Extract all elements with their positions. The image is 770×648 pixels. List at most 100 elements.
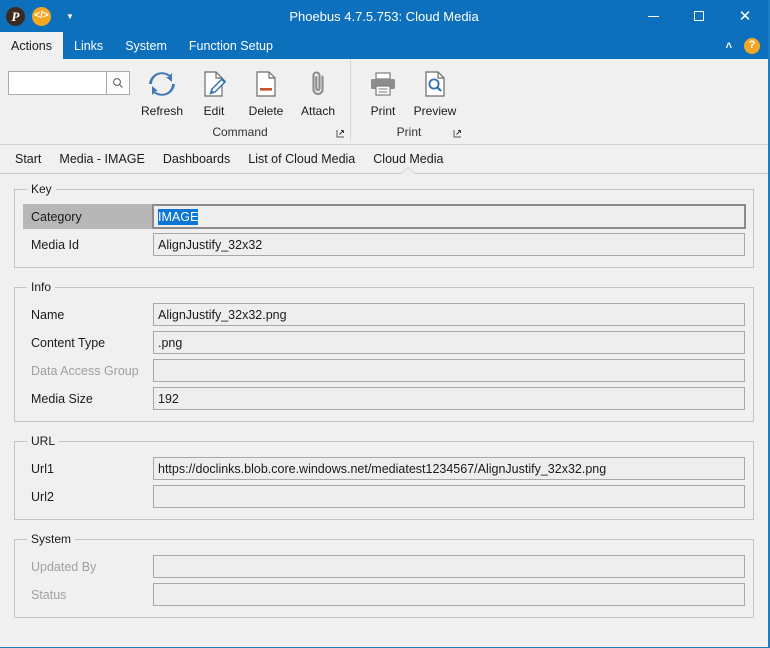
search-button[interactable] <box>106 72 129 94</box>
delete-button[interactable]: Delete <box>240 63 292 118</box>
field-row-media-id: Media Id AlignJustify_32x32 <box>23 232 745 257</box>
title-bar: P </> ▼ Phoebus 4.7.5.753: Cloud Media ✕ <box>0 0 768 32</box>
code-icon[interactable]: </> <box>32 6 51 26</box>
input-media-id-value: AlignJustify_32x32 <box>158 237 263 252</box>
close-button[interactable]: ✕ <box>722 0 768 32</box>
group-url: URL Url1 https://doclinks.blob.core.wind… <box>14 434 754 520</box>
menu-tab-links[interactable]: Links <box>63 32 114 59</box>
print-icon <box>368 67 398 101</box>
maximize-icon <box>694 11 704 21</box>
input-media-id[interactable]: AlignJustify_32x32 <box>153 233 745 256</box>
preview-icon <box>422 67 448 101</box>
form-area: Key Category IMAGE Media Id AlignJustify… <box>0 174 768 634</box>
phoebus-app-icon[interactable]: P <box>6 6 25 26</box>
field-row-media-size: Media Size 192 <box>23 386 745 411</box>
refresh-label: Refresh <box>140 104 184 118</box>
input-status <box>153 583 745 606</box>
attach-button[interactable]: Attach <box>292 63 344 118</box>
application-window: P </> ▼ Phoebus 4.7.5.753: Cloud Media ✕… <box>0 0 770 648</box>
ribbon-group-print-label: Print <box>396 124 422 139</box>
input-url1[interactable]: https://doclinks.blob.core.windows.net/m… <box>153 457 745 480</box>
ribbon-group-command: Refresh Edit Delete Attach Command <box>130 59 351 141</box>
preview-button[interactable]: Preview <box>409 63 461 118</box>
refresh-button[interactable]: Refresh <box>136 63 188 118</box>
maximize-button[interactable] <box>676 0 722 32</box>
ribbon-group-print-footer: Print <box>351 122 467 141</box>
input-name[interactable]: AlignJustify_32x32.png <box>153 303 745 326</box>
delete-label: Delete <box>248 104 284 118</box>
edit-label: Edit <box>203 104 225 118</box>
ribbon-search[interactable] <box>8 71 130 95</box>
collapse-ribbon-icon[interactable]: ˄ <box>724 40 734 52</box>
input-name-value: AlignJustify_32x32.png <box>158 307 287 322</box>
attach-label: Attach <box>300 104 336 118</box>
label-content-type: Content Type <box>31 335 106 350</box>
group-info-legend: Info <box>31 280 52 294</box>
preview-label: Preview <box>413 104 457 118</box>
menu-tab-actions[interactable]: Actions <box>0 32 63 59</box>
menu-tab-system[interactable]: System <box>114 32 178 59</box>
print-label: Print <box>370 104 396 118</box>
label-media-id: Media Id <box>31 237 79 252</box>
menu-bar-right-controls: ˄ ? <box>724 32 764 59</box>
ribbon-group-command-footer: Command <box>130 122 350 141</box>
group-system: System Updated By Status <box>14 532 754 618</box>
input-content-type[interactable]: .png <box>153 331 745 354</box>
breadcrumb-item-list-of-cloud-media[interactable]: List of Cloud Media <box>239 145 364 173</box>
field-row-name: Name AlignJustify_32x32.png <box>23 302 745 327</box>
command-dialog-launcher-icon[interactable] <box>336 129 345 138</box>
input-data-access-group <box>153 359 745 382</box>
label-name: Name <box>31 307 65 322</box>
minimize-button[interactable] <box>630 0 676 32</box>
field-row-data-access-group: Data Access Group <box>23 358 745 383</box>
input-url2[interactable] <box>153 485 745 508</box>
ribbon-group-print: Print Preview Print <box>351 59 467 141</box>
label-url2: Url2 <box>31 489 54 504</box>
group-info: Info Name AlignJustify_32x32.png Content… <box>14 280 754 422</box>
menu-tab-function-setup[interactable]: Function Setup <box>178 32 284 59</box>
window-controls: ✕ <box>630 0 768 32</box>
group-url-legend: URL <box>31 434 56 448</box>
minimize-icon <box>647 15 659 17</box>
ribbon-group-command-items: Refresh Edit Delete Attach <box>130 59 350 121</box>
group-key: Key Category IMAGE Media Id AlignJustify… <box>14 182 754 268</box>
breadcrumb-item-start[interactable]: Start <box>6 145 50 173</box>
ribbon-group-print-items: Print Preview <box>351 59 467 121</box>
print-dialog-launcher-icon[interactable] <box>453 129 462 138</box>
group-key-legend: Key <box>31 182 52 196</box>
field-row-url2: Url2 <box>23 484 745 509</box>
input-media-size-value: 192 <box>158 391 179 406</box>
print-button[interactable]: Print <box>357 63 409 118</box>
breadcrumb: Start Media - IMAGE Dashboards List of C… <box>0 145 768 174</box>
label-updated-by: Updated By <box>31 559 97 574</box>
field-row-url1: Url1 https://doclinks.blob.core.windows.… <box>23 456 745 481</box>
label-status: Status <box>31 587 67 602</box>
field-row-status: Status <box>23 582 745 607</box>
input-url1-value: https://doclinks.blob.core.windows.net/m… <box>158 461 607 476</box>
field-row-category: Category IMAGE <box>23 204 746 229</box>
breadcrumb-item-dashboards[interactable]: Dashboards <box>154 145 239 173</box>
breadcrumb-item-cloud-media[interactable]: Cloud Media <box>364 145 452 173</box>
input-category-value: IMAGE <box>158 208 199 225</box>
label-url1: Url1 <box>31 461 54 476</box>
menu-bar: Actions Links System Function Setup ˄ ? <box>0 32 768 59</box>
group-system-legend: System <box>31 532 72 546</box>
help-button[interactable]: ? <box>744 37 760 54</box>
input-media-size[interactable]: 192 <box>153 387 745 410</box>
quick-access-toolbar: P </> ▼ <box>0 6 78 26</box>
delete-icon <box>253 67 279 101</box>
label-category: Category <box>23 204 153 229</box>
search-input[interactable] <box>9 72 106 94</box>
field-row-content-type: Content Type .png <box>23 330 745 355</box>
input-content-type-value: .png <box>158 335 183 350</box>
label-data-access-group: Data Access Group <box>31 363 139 378</box>
field-row-updated-by: Updated By <box>23 554 745 579</box>
edit-button[interactable]: Edit <box>188 63 240 118</box>
ribbon-group-command-label: Command <box>212 124 268 139</box>
search-icon <box>113 78 123 88</box>
attach-icon <box>307 67 329 101</box>
input-updated-by <box>153 555 745 578</box>
breadcrumb-item-media-image[interactable]: Media - IMAGE <box>50 145 153 173</box>
input-category[interactable]: IMAGE <box>152 204 746 229</box>
qat-dropdown-icon[interactable]: ▼ <box>62 7 78 25</box>
